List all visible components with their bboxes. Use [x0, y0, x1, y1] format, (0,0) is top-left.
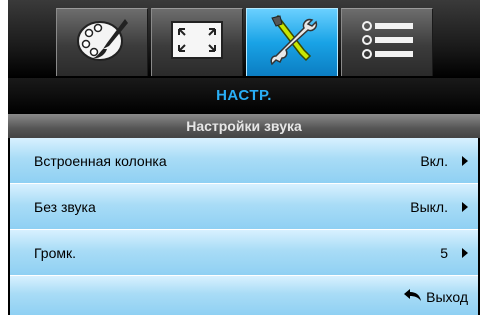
screen-icon — [168, 18, 226, 67]
chevron-right-icon[interactable] — [462, 202, 468, 212]
tab-setup[interactable] — [246, 8, 338, 76]
tools-icon — [262, 14, 322, 71]
exit-button[interactable]: Выход — [404, 288, 468, 305]
palette-icon — [73, 15, 131, 70]
return-arrow-icon — [404, 288, 426, 305]
chevron-right-icon[interactable] — [462, 248, 468, 258]
tab-options[interactable] — [341, 8, 433, 76]
submenu-title: Настройки звука — [8, 114, 480, 138]
exit-label: Выход — [426, 288, 468, 305]
tab-image[interactable] — [151, 8, 243, 76]
tab-display[interactable] — [56, 8, 148, 76]
menu-item-label: Громк. — [34, 245, 77, 261]
menu-item-value: 5 — [440, 245, 448, 261]
menu-item-label: Без звука — [34, 199, 96, 215]
tab-bar — [8, 0, 480, 78]
menu-item-value: Вкл. — [420, 153, 448, 169]
menu-title: НАСТР. — [8, 78, 480, 114]
menu-item-volume[interactable]: Громк. 5 — [10, 230, 478, 276]
menu-item-label: Встроенная колонка — [34, 153, 167, 169]
chevron-right-icon[interactable] — [462, 156, 468, 166]
menu-footer: Выход — [10, 276, 478, 315]
list-icon — [357, 18, 417, 67]
menu-item-internal-speaker[interactable]: Встроенная колонка Вкл. — [10, 138, 478, 184]
menu-item-mute[interactable]: Без звука Выкл. — [10, 184, 478, 230]
osd-menu: НАСТР. Настройки звука Встроенная колонк… — [8, 0, 480, 315]
menu-item-value: Выкл. — [410, 199, 448, 215]
